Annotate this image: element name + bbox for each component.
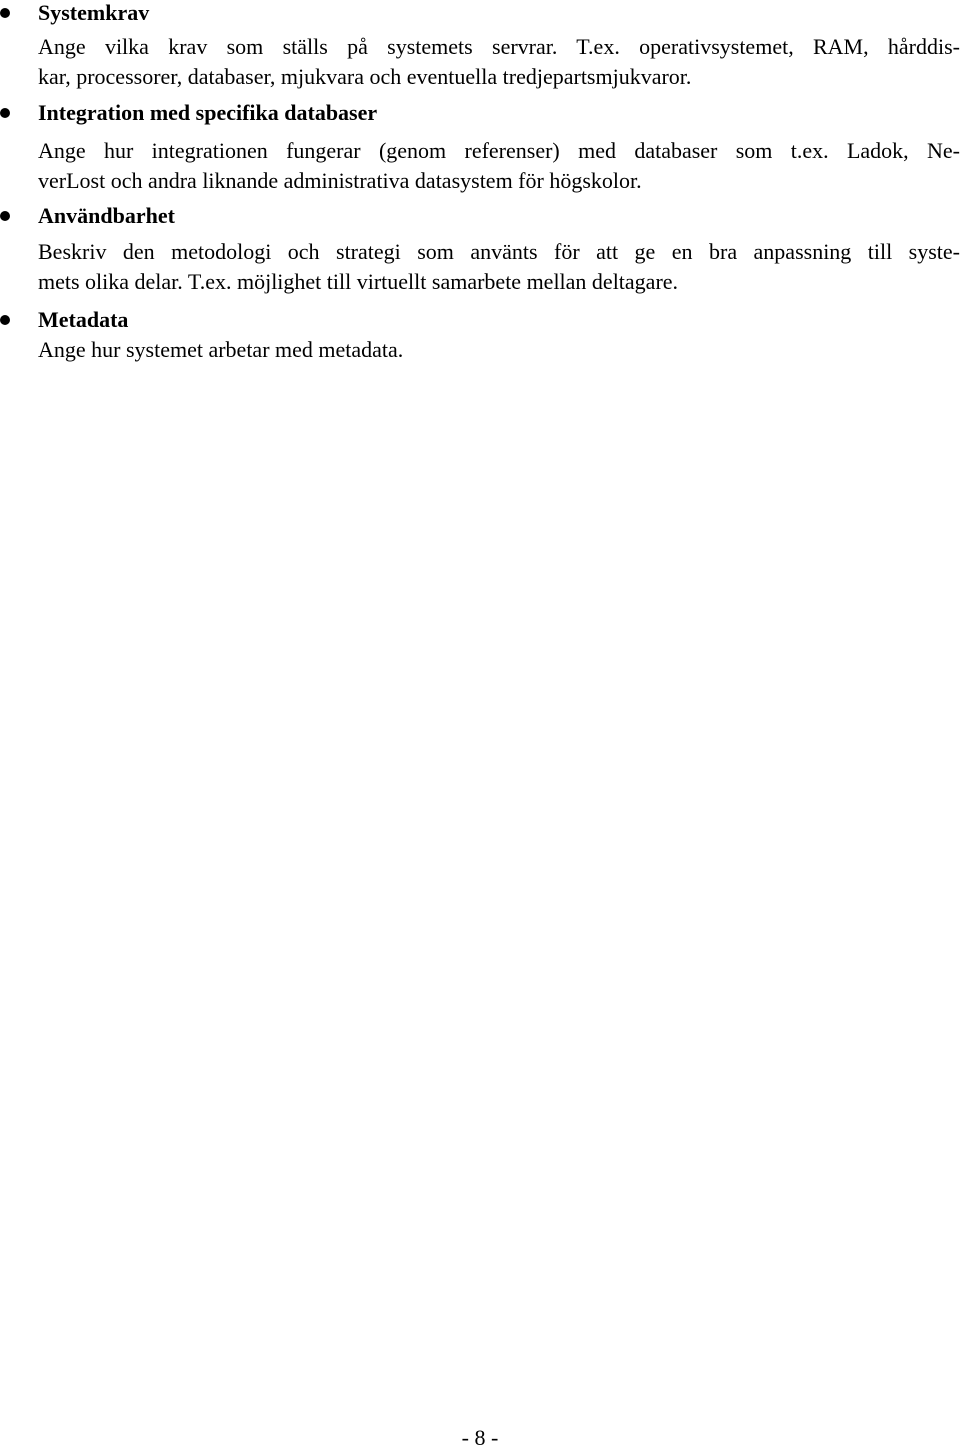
section-heading: Metadata [38, 307, 129, 332]
bullet-icon [0, 315, 10, 325]
section-heading: Systemkrav [38, 0, 150, 25]
bullet-icon [0, 108, 10, 118]
section-body-line: mets olika delar. T.ex. möjlighet till v… [38, 269, 679, 294]
section-body-line: kar, processorer, databaser, mjukvara oc… [38, 64, 692, 89]
section-body-line: Ange hur systemet arbetar med metadata. [38, 337, 404, 362]
section-body-line: verLost och andra liknande administrativ… [38, 168, 642, 193]
document-page: Systemkrav Ange vilka krav som ställs på… [0, 0, 960, 1450]
section-body-line: Ange vilka krav som ställs på systemets … [38, 34, 960, 59]
section-heading: Användbarhet [38, 203, 175, 228]
bullet-icon [0, 211, 10, 221]
bullet-icon [0, 8, 10, 18]
page-number: - 8 - [461, 1425, 499, 1450]
section-heading: Integration med specifika databaser [38, 100, 378, 125]
section-body-line: Ange hur integrationen fungerar (genom r… [38, 138, 960, 163]
section-body-line: Beskriv den metodologi och strategi som … [38, 239, 960, 264]
